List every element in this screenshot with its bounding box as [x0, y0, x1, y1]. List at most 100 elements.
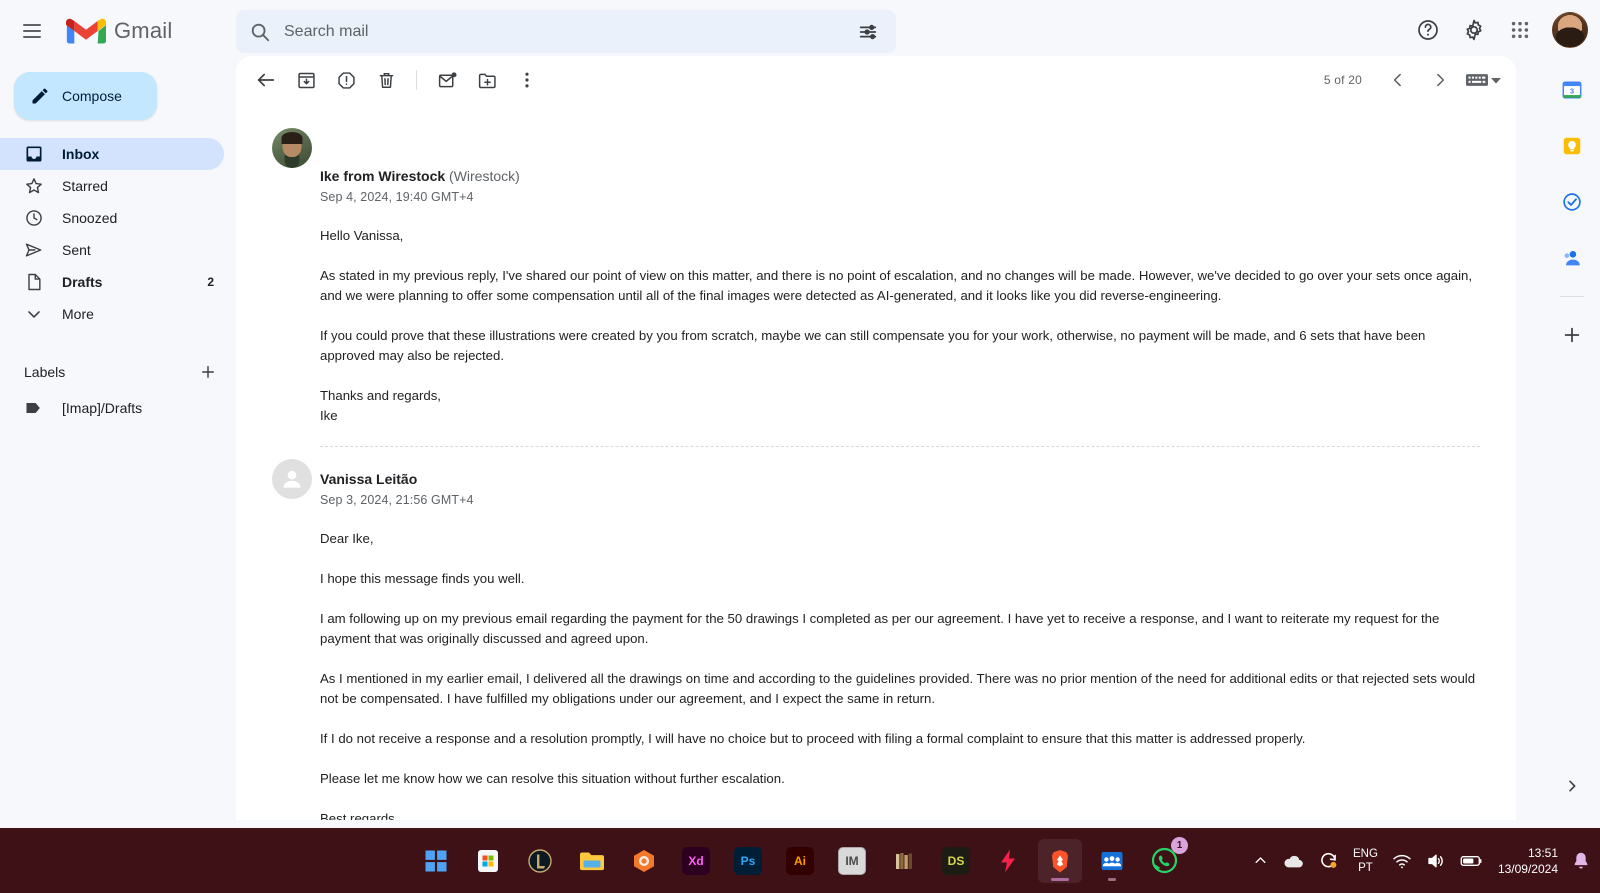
- message-signoff: Thanks and regards,: [320, 388, 441, 403]
- language-indicator[interactable]: ENG PT: [1353, 847, 1378, 875]
- sidebar-item-starred[interactable]: Starred: [0, 170, 224, 202]
- message-paragraph: Dear Ike,: [320, 531, 374, 546]
- battery-icon[interactable]: [1460, 853, 1484, 869]
- sidebar-item-label: Drafts: [62, 274, 103, 290]
- help-circle-icon[interactable]: [1406, 8, 1450, 52]
- sidebar-item-sent[interactable]: Sent: [0, 234, 224, 266]
- message-item[interactable]: Vanissa Leitão Sep 3, 2024, 21:56 GMT+4 …: [272, 447, 1480, 820]
- people-icon[interactable]: [1090, 839, 1134, 883]
- inbox-icon: [24, 144, 44, 164]
- kebab-menu-icon[interactable]: [507, 60, 547, 100]
- search-input[interactable]: [280, 22, 848, 41]
- message-body: Dear Ike, I hope this message finds you …: [320, 529, 1480, 820]
- ps-icon[interactable]: Ps: [726, 839, 770, 883]
- pencil-icon: [30, 86, 50, 106]
- photo-avatar[interactable]: [272, 128, 312, 168]
- side-panel: 3: [1544, 56, 1600, 820]
- sync-refresh-icon[interactable]: [1318, 850, 1339, 871]
- brave-lion-icon[interactable]: [1038, 838, 1082, 883]
- sidebar-label-imap-drafts[interactable]: [Imap]/Drafts: [0, 392, 224, 424]
- tray-date: 13/09/2024: [1497, 861, 1558, 876]
- bell-icon[interactable]: [1572, 851, 1590, 871]
- sender-name: Vanissa Leitão: [320, 471, 418, 487]
- chevron-left-icon[interactable]: [1378, 60, 1418, 100]
- sidebar-item-drafts[interactable]: Drafts 2: [0, 266, 224, 298]
- message-date: Sep 3, 2024, 21:56 GMT+4: [320, 493, 474, 507]
- draft-icon: [24, 272, 44, 292]
- keyboard-shortcuts-button[interactable]: [1462, 60, 1506, 100]
- chevron-right-icon[interactable]: [1552, 766, 1592, 806]
- compose-label: Compose: [62, 88, 122, 104]
- speaker-icon[interactable]: [1426, 852, 1446, 870]
- wifi-icon[interactable]: [1392, 852, 1412, 870]
- top-header-bar: Gmail: [0, 0, 1600, 62]
- mark-unread-button[interactable]: [427, 60, 467, 100]
- report-spam-button[interactable]: [326, 60, 366, 100]
- gear-icon[interactable]: [1452, 8, 1496, 52]
- whatsapp-icon[interactable]: 1: [1142, 836, 1188, 883]
- contacts-icon[interactable]: [1552, 238, 1592, 278]
- sidebar-item-label: Starred: [62, 178, 108, 194]
- microsoft-store-icon[interactable]: [466, 839, 510, 883]
- chevron-right-icon[interactable]: [1420, 60, 1460, 100]
- message-toolbar: 5 of 20: [236, 56, 1516, 104]
- ds-icon[interactable]: DS: [934, 839, 978, 883]
- blender-icon[interactable]: [622, 839, 666, 883]
- message-signature: Ike: [320, 408, 338, 423]
- tasks-icon[interactable]: [1552, 182, 1592, 222]
- sidebar-item-snoozed[interactable]: Snoozed: [0, 202, 224, 234]
- message-item[interactable]: Ike from Wirestock (Wirestock) Sep 4, 20…: [272, 104, 1480, 426]
- pagination-controls: 5 of 20: [1324, 56, 1506, 104]
- ai-label: Ai: [786, 846, 814, 875]
- file-explorer-icon[interactable]: [570, 839, 614, 883]
- windows-start-icon[interactable]: [414, 839, 458, 883]
- hamburger-icon[interactable]: [8, 7, 56, 55]
- calendar-icon[interactable]: 3: [1552, 70, 1592, 110]
- plus-icon[interactable]: [194, 358, 222, 386]
- toolbar-divider: [416, 70, 417, 90]
- keep-icon[interactable]: [1552, 126, 1592, 166]
- gmail-logo-link[interactable]: Gmail: [66, 16, 172, 46]
- message-header: Ike from Wirestock (Wirestock) Sep 4, 20…: [320, 156, 1480, 204]
- league-icon[interactable]: [518, 839, 562, 883]
- im-icon[interactable]: IM: [830, 839, 874, 883]
- move-to-folder-icon[interactable]: [467, 60, 507, 100]
- gmail-logo-icon: [66, 18, 106, 44]
- search-bar: [236, 10, 896, 53]
- archive-button[interactable]: [286, 60, 326, 100]
- sidebar-label-text: [Imap]/Drafts: [62, 400, 143, 416]
- generic-person-avatar[interactable]: [272, 459, 312, 499]
- cloud-icon[interactable]: [1282, 852, 1304, 870]
- chevron-down-icon: [24, 304, 44, 324]
- sidebar-nav: Inbox Starred Snoozed Sent Drafts 2 More: [0, 138, 236, 330]
- back-button[interactable]: [246, 60, 286, 100]
- ai-icon[interactable]: Ai: [778, 839, 822, 883]
- message-body: Hello Vanissa, As stated in my previous …: [320, 226, 1480, 426]
- trash-icon[interactable]: [366, 60, 406, 100]
- taskbar-apps: Xd Ps Ai IM DS 1: [414, 836, 1188, 883]
- message-header: Vanissa Leitão Sep 3, 2024, 21:56 GMT+4: [320, 459, 1480, 507]
- avatar[interactable]: [1552, 12, 1588, 48]
- sender-line: Vanissa Leitão: [320, 469, 474, 489]
- header-actions: [1406, 8, 1590, 52]
- sidebar-item-inbox[interactable]: Inbox: [0, 138, 224, 170]
- sidebar: Compose Inbox Starred Snoozed Sent Draft…: [0, 62, 236, 828]
- message-date: Sep 4, 2024, 19:40 GMT+4: [320, 190, 474, 204]
- sidebar-item-more[interactable]: More: [0, 298, 224, 330]
- xd-label: Xd: [682, 846, 710, 875]
- chevron-up-icon[interactable]: [1253, 853, 1268, 868]
- lightning-bolt-icon[interactable]: [986, 839, 1030, 883]
- message-signoff: Best regards,: [320, 811, 399, 820]
- search-icon[interactable]: [240, 12, 280, 52]
- sender-name: Ike from Wirestock: [320, 168, 446, 184]
- clock-date[interactable]: 13:51 13/09/2024: [1498, 845, 1558, 877]
- tune-filter-icon[interactable]: [848, 12, 888, 52]
- message-paragraph: If you could prove that these illustrati…: [320, 328, 1426, 363]
- books-icon[interactable]: [882, 839, 926, 883]
- apps-grid-icon[interactable]: [1498, 8, 1542, 52]
- send-icon: [24, 240, 44, 260]
- compose-button[interactable]: Compose: [14, 72, 157, 120]
- xd-icon[interactable]: Xd: [674, 839, 718, 883]
- rail-divider: [1560, 296, 1584, 297]
- plus-icon[interactable]: [1552, 315, 1592, 355]
